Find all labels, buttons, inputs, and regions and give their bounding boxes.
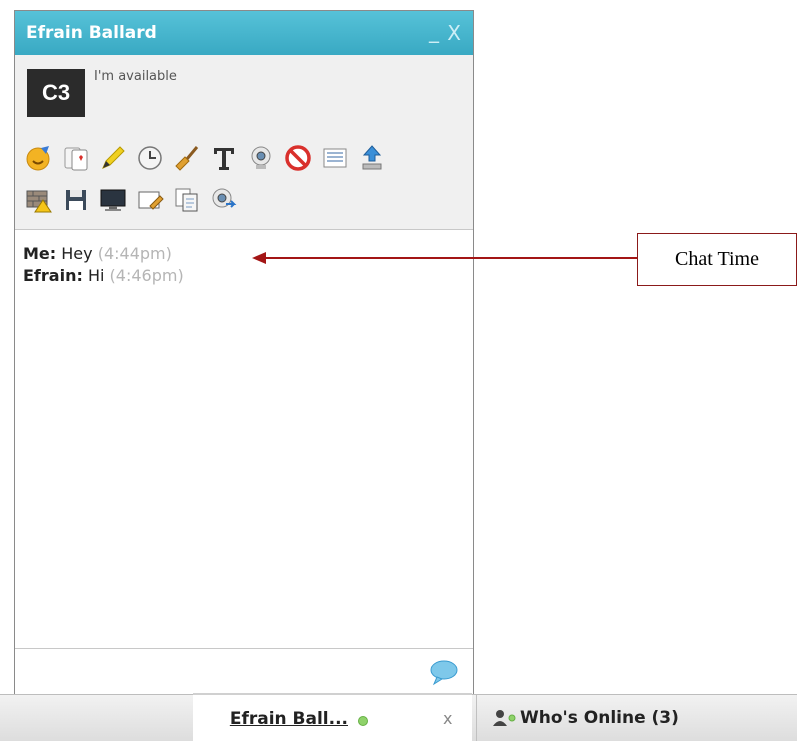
message-input[interactable] [15, 648, 473, 698]
chat-tab-efrain[interactable]: Efrain Ball... x [193, 693, 472, 743]
whos-online-button[interactable]: Who's Online (3) [476, 695, 797, 741]
edit-note-icon[interactable] [136, 185, 164, 215]
contact-info-panel: C3 I'm available [15, 55, 473, 230]
chat-bubble-send-icon[interactable] [429, 659, 459, 691]
chat-window: Efrain Ballard _ X C3 I'm available Me: … [14, 10, 474, 698]
smiley-icon[interactable] [25, 143, 53, 173]
broom-icon[interactable] [173, 143, 201, 173]
text-format-icon[interactable] [210, 143, 238, 173]
webcam-share-icon[interactable] [210, 185, 238, 215]
list-icon[interactable] [321, 143, 349, 173]
toolbar-row-1 [25, 143, 386, 173]
callout-label: Chat Time [637, 233, 797, 286]
message-sender: Efrain: [23, 266, 83, 285]
webcam-icon[interactable] [247, 143, 275, 173]
people-online-icon [493, 709, 517, 731]
save-icon[interactable] [62, 185, 90, 215]
close-button[interactable]: X [447, 21, 461, 45]
chat-title: Efrain Ballard [26, 23, 157, 43]
chat-title-bar[interactable]: Efrain Ballard _ X [15, 11, 473, 55]
monitor-icon[interactable] [99, 185, 127, 215]
upload-icon[interactable] [358, 143, 386, 173]
status-message: I'm available [94, 69, 177, 84]
message-list: Me: Hey (4:44pm) Efrain: Hi (4:46pm) [23, 243, 463, 287]
message-text: Hey [61, 244, 93, 263]
whos-online-label: Who's Online (3) [520, 708, 679, 728]
message-sender: Me: [23, 244, 57, 263]
online-status-dot [358, 716, 368, 726]
block-icon[interactable] [284, 143, 312, 173]
message-row: Me: Hey (4:44pm) [23, 243, 463, 265]
message-text: Hi [87, 266, 105, 285]
avatar: C3 [27, 69, 85, 117]
minimize-button[interactable]: _ [429, 19, 439, 43]
firewall-warning-icon[interactable] [25, 185, 53, 215]
cards-icon[interactable] [62, 143, 90, 173]
tab-close-button[interactable]: x [443, 709, 452, 728]
pencil-icon[interactable] [99, 143, 127, 173]
chat-tab-label[interactable]: Efrain Ball... [193, 709, 348, 729]
clock-icon[interactable] [136, 143, 164, 173]
message-timestamp: (4:46pm) [109, 266, 184, 285]
copy-document-icon[interactable] [173, 185, 201, 215]
bottom-taskbar: Efrain Ball... x Who's Online (3) [0, 693, 797, 743]
message-row: Efrain: Hi (4:46pm) [23, 265, 463, 287]
toolbar-row-2 [25, 185, 238, 215]
message-timestamp: (4:44pm) [97, 244, 172, 263]
